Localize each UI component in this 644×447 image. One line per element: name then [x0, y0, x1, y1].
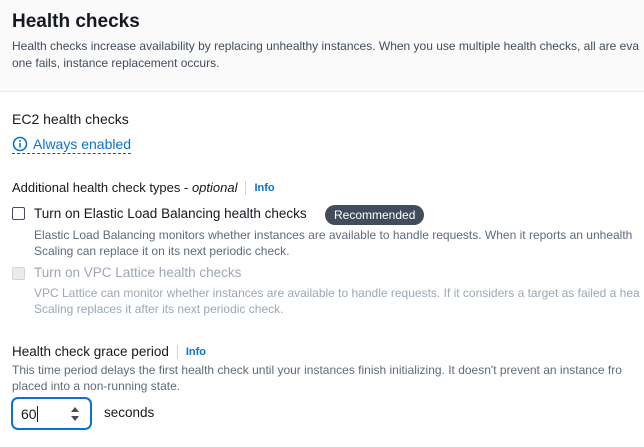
- stepper-icon[interactable]: [70, 405, 80, 423]
- always-enabled-link[interactable]: Always enabled: [12, 136, 132, 154]
- vpc-lattice-description: VPC Lattice can monitor whether instance…: [34, 285, 644, 317]
- section-title: Health checks: [12, 11, 140, 32]
- grace-period-description-line-1: This time period delays the first health…: [12, 363, 622, 377]
- vpc-lattice-checkbox[interactable]: [12, 267, 25, 280]
- elb-health-checks-checkbox[interactable]: [12, 207, 25, 220]
- section-description-line-2: one fails, instance replacement occurs.: [12, 56, 220, 70]
- section-description: Health checks increase availability by r…: [12, 38, 644, 72]
- vpc-lattice-description-line-1: VPC Lattice can monitor whether instance…: [34, 286, 640, 300]
- elb-description-line-1: Elastic Load Balancing monitors whether …: [34, 228, 633, 242]
- elb-health-checks-label[interactable]: Turn on Elastic Load Balancing health ch…: [34, 206, 307, 221]
- additional-info-link[interactable]: Info: [245, 180, 275, 195]
- additional-label-text: Additional health check types -: [12, 180, 192, 195]
- ec2-health-checks-label: EC2 health checks: [12, 111, 129, 127]
- text-caret: [37, 406, 38, 422]
- optional-text: optional: [191, 180, 238, 195]
- grace-period-label-row: Health check grace period Info: [12, 344, 206, 359]
- grace-period-description: This time period delays the first health…: [12, 362, 644, 394]
- grace-period-value: 60: [21, 406, 37, 422]
- section-description-line-1: Health checks increase availability by r…: [12, 39, 640, 53]
- vpc-lattice-label[interactable]: Turn on VPC Lattice health checks: [34, 265, 241, 280]
- info-circle-icon: [12, 136, 28, 152]
- grace-period-description-line-2: placed into a non-running state.: [12, 379, 181, 393]
- health-checks-header: Health checks Health checks increase ava…: [0, 0, 644, 92]
- grace-period-label: Health check grace period: [12, 344, 169, 359]
- elb-description-line-2: Scaling can replace it on its next perio…: [34, 244, 290, 258]
- additional-health-check-types-label: Additional health check types - optional…: [12, 180, 275, 195]
- grace-period-info-link[interactable]: Info: [176, 344, 206, 359]
- elb-description: Elastic Load Balancing monitors whether …: [34, 227, 644, 259]
- vpc-lattice-description-line-2: Scaling replaces it after its next perio…: [34, 302, 284, 316]
- grace-period-unit: seconds: [104, 405, 155, 420]
- always-enabled-label: Always enabled: [33, 136, 132, 152]
- grace-period-input[interactable]: 60: [12, 398, 91, 429]
- recommended-badge: Recommended: [325, 205, 425, 225]
